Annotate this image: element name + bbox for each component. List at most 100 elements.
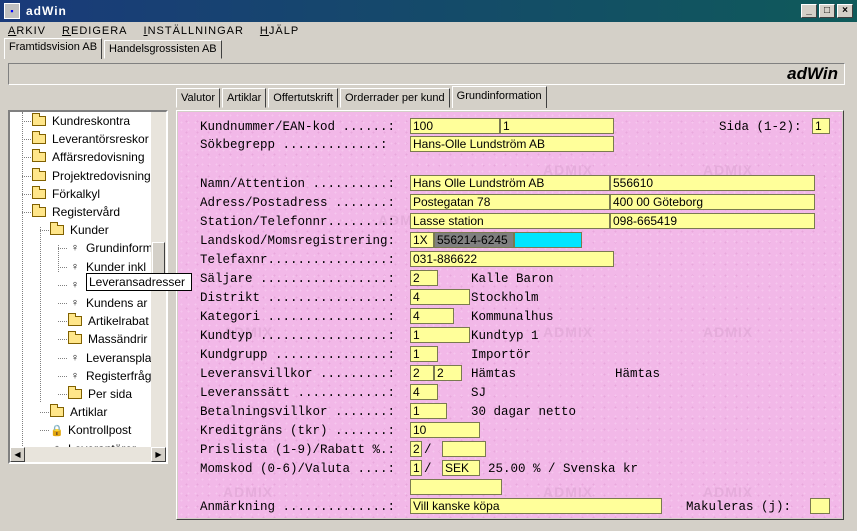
- window-title: adWin: [26, 4, 67, 18]
- maximize-button[interactable]: □: [819, 4, 835, 18]
- label-telefax: Telefaxnr................:: [200, 253, 396, 267]
- tree-item[interactable]: Per sida: [68, 385, 155, 403]
- tree-item[interactable]: 🔒 Kontrollpost: [50, 421, 155, 439]
- tab-offertutskrift[interactable]: Offertutskrift: [268, 88, 338, 108]
- tab-artiklar[interactable]: Artiklar: [222, 88, 267, 108]
- close-button[interactable]: ×: [837, 4, 853, 18]
- rabatt-field[interactable]: [442, 441, 486, 457]
- postadress-field[interactable]: 400 00 Göteborg: [610, 194, 815, 210]
- tree-item-tooltip: Leveransadresser: [86, 273, 192, 291]
- tree-item[interactable]: Leverantörsreskor: [32, 130, 155, 148]
- tree-item[interactable]: Artiklar: [50, 403, 155, 421]
- label-prislista: Prislista (1-9)/Rabatt %.:: [200, 443, 396, 457]
- distrikt-field[interactable]: 4: [410, 289, 470, 305]
- tree-item[interactable]: Kunder: [50, 221, 155, 239]
- extra-field[interactable]: [410, 479, 502, 495]
- kategori-field[interactable]: 4: [410, 308, 454, 324]
- tab-company-handelsgrossisten[interactable]: Handelsgrossisten AB: [104, 40, 222, 59]
- tree-item-label: Leveranspla: [86, 351, 152, 365]
- kategori-text: Kommunalhus: [471, 310, 554, 324]
- leveranssatt-field[interactable]: 4: [410, 384, 438, 400]
- leveransvillkor-text-2: Hämtas: [615, 367, 661, 381]
- kundnummer-field[interactable]: 100: [410, 118, 500, 134]
- label-landskod: Landskod/Momsregistrering:: [200, 234, 396, 248]
- landskod-field[interactable]: 1X: [410, 232, 434, 248]
- folder-icon: [50, 404, 64, 417]
- kundtyp-text: Kundtyp 1: [471, 329, 539, 343]
- betalning-field[interactable]: 1: [410, 403, 447, 419]
- folder-icon: [32, 186, 46, 199]
- tab-orderrader-per-kund[interactable]: Orderrader per kund: [339, 88, 450, 108]
- app-icon[interactable]: ▪: [4, 3, 20, 19]
- momsreg-field[interactable]: 556214-6245: [434, 232, 514, 248]
- watermark: ADMIX: [703, 324, 754, 340]
- lightbulb-icon: ♀: [70, 370, 80, 382]
- tree-item[interactable]: Affärsredovisning: [32, 148, 155, 166]
- label-station: Station/Telefonnr........:: [200, 215, 396, 229]
- lock-icon: 🔒: [50, 424, 64, 437]
- kundgrupp-text: Importör: [471, 348, 532, 362]
- tree-item[interactable]: Artikelrabat: [68, 312, 155, 330]
- menu-arkiv[interactable]: ARKIV: [8, 25, 46, 37]
- lightbulb-icon: ♀: [70, 297, 80, 309]
- label-leveranssatt: Leveranssätt ............:: [200, 386, 396, 400]
- namn-field[interactable]: Hans Olle Lundström AB: [410, 175, 610, 191]
- label-kundtyp: Kundtyp .................:: [200, 329, 396, 343]
- leveransvillkor-text-1: Hämtas: [471, 367, 517, 381]
- kundtyp-field[interactable]: 1: [410, 327, 470, 343]
- tree-item[interactable]: ♀ Registerfråg: [68, 367, 155, 385]
- momsreg-field-extension[interactable]: [514, 232, 582, 248]
- telefax-field[interactable]: 031-886622: [410, 251, 614, 267]
- label-saljare: Säljare .................:: [200, 272, 396, 286]
- scroll-right-icon[interactable]: ▶: [151, 447, 166, 462]
- folder-icon: [68, 313, 82, 326]
- tab-grundinformation[interactable]: Grundinformation: [451, 86, 547, 108]
- folder-icon: [32, 149, 46, 162]
- menu-hjalp[interactable]: HJÄLP: [260, 25, 299, 37]
- tree-item[interactable]: ♀ Kundens ar: [68, 294, 155, 312]
- brand-bar: adWin: [8, 63, 845, 85]
- tree-horizontal-scrollbar[interactable]: ◀ ▶: [10, 447, 166, 462]
- folder-icon: [68, 331, 82, 344]
- distrikt-text: Stockholm: [471, 291, 539, 305]
- sokbegrepp-field[interactable]: Hans-Olle Lundström AB: [410, 136, 614, 152]
- leveransvillkor-field-1[interactable]: 2: [410, 365, 434, 381]
- kundgrupp-field[interactable]: 1: [410, 346, 438, 362]
- label-anmarkning: Anmärkning ..............:: [200, 500, 396, 514]
- tab-valutor[interactable]: Valutor: [176, 88, 221, 108]
- tree-item[interactable]: ♀ Grundinform: [68, 239, 155, 257]
- valuta-field[interactable]: SEK: [442, 460, 480, 476]
- menu-installningar[interactable]: INSTÄLLNINGAR: [144, 25, 244, 37]
- scroll-left-icon[interactable]: ◀: [10, 447, 25, 462]
- tree-item[interactable]: Förkalkyl: [32, 185, 155, 203]
- tree-item[interactable]: Projektredovisning: [32, 167, 155, 185]
- kredit-field[interactable]: 10: [410, 422, 480, 438]
- telefon-field[interactable]: 098-665419: [610, 213, 815, 229]
- tree-item[interactable]: Registervård: [32, 203, 155, 221]
- leveransvillkor-field-2[interactable]: 2: [434, 365, 462, 381]
- folder-icon: [32, 204, 46, 217]
- label-distrikt: Distrikt ................:: [200, 291, 396, 305]
- tree-item-label: Kundens ar: [86, 296, 148, 310]
- adress-field[interactable]: Postegatan 78: [410, 194, 610, 210]
- tree-item[interactable]: Kundreskontra: [32, 112, 155, 130]
- minimize-button[interactable]: _: [801, 4, 817, 18]
- tab-company-framtidsvision[interactable]: Framtidsvision AB: [4, 38, 103, 59]
- tree-item-label: Per sida: [88, 387, 133, 401]
- ean-field[interactable]: 1: [500, 118, 614, 134]
- tree-item[interactable]: Massändrir: [68, 330, 155, 348]
- folder-icon: [68, 386, 82, 399]
- leveranssatt-text: SJ: [471, 386, 487, 400]
- makuleras-field[interactable]: [810, 498, 830, 514]
- sida-field[interactable]: 1: [812, 118, 830, 134]
- menu-redigera[interactable]: REDIGERA: [62, 25, 127, 37]
- prislista-field[interactable]: 2: [410, 441, 422, 457]
- station-field[interactable]: Lasse station: [410, 213, 610, 229]
- tree-item-label: Kunder inkl: [86, 260, 147, 274]
- anmarkning-field[interactable]: Vill kanske köpa: [410, 498, 662, 514]
- saljare-field[interactable]: 2: [410, 270, 438, 286]
- momskod-field[interactable]: 1: [410, 460, 422, 476]
- attention-field[interactable]: 556610: [610, 175, 815, 191]
- tree-item[interactable]: ♀ Leveranspla: [68, 349, 155, 367]
- tree-item-label: Kontrollpost: [68, 423, 132, 437]
